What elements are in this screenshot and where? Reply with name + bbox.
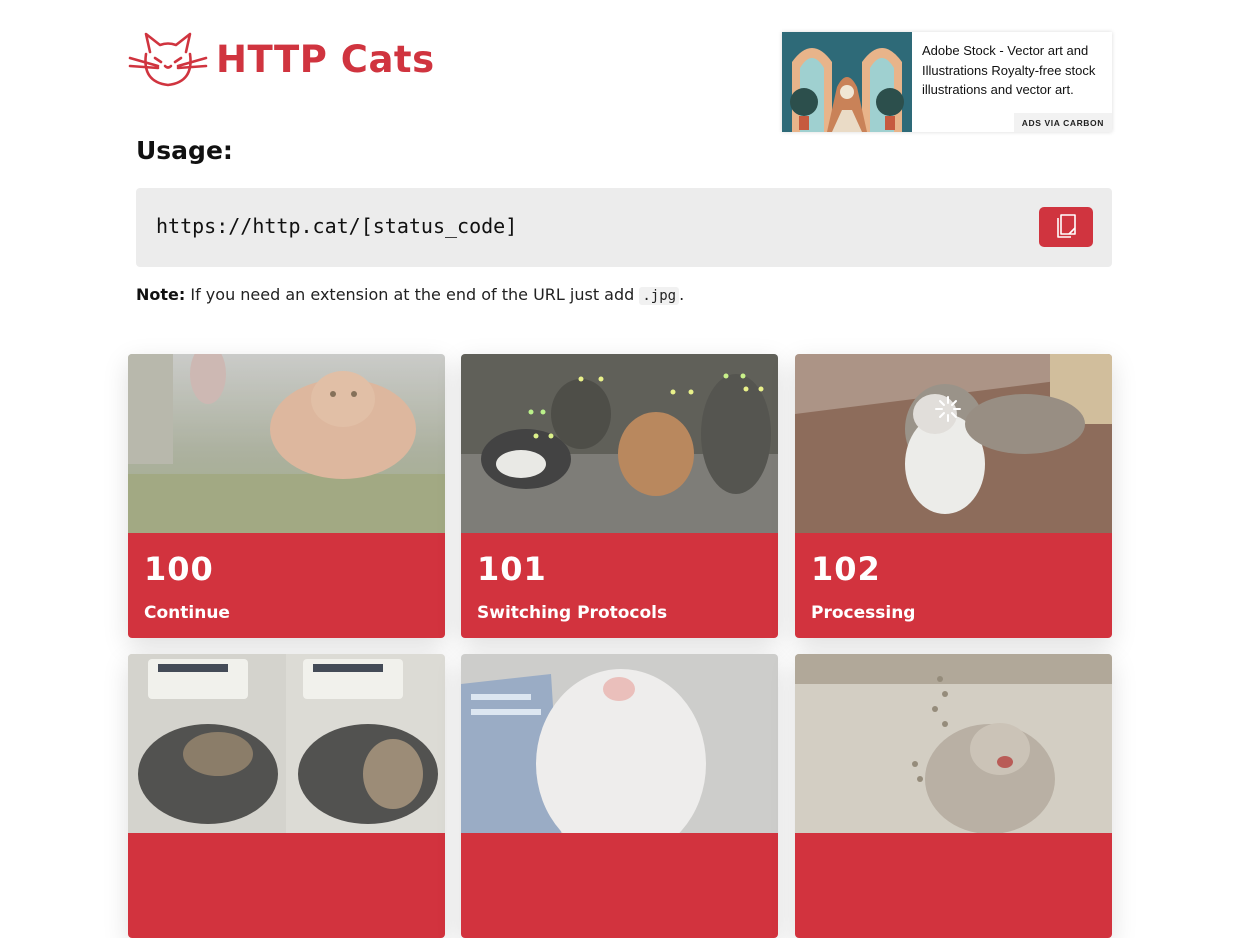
status-card-103[interactable] <box>128 654 445 938</box>
cat-photo-105 <box>795 654 1112 833</box>
usage-heading: Usage: <box>136 136 233 165</box>
cat-photo-102 <box>795 354 1112 533</box>
status-card-footer <box>795 833 1112 938</box>
status-card-footer: 101 Switching Protocols <box>461 533 778 638</box>
note-extension-code: .jpg <box>639 287 680 305</box>
status-description: Switching Protocols <box>477 603 668 623</box>
copy-url-button[interactable] <box>1039 207 1093 247</box>
cat-photo-103 <box>128 654 445 833</box>
note-text: If you need an extension at the end of t… <box>185 285 640 304</box>
copy-icon <box>1057 214 1076 238</box>
note-label: Note: <box>136 285 186 304</box>
status-card-104[interactable] <box>461 654 778 938</box>
status-code: 102 <box>811 550 881 588</box>
logo-link[interactable]: HTTP Cats <box>128 30 435 88</box>
status-description: Continue <box>144 603 230 623</box>
status-card-101[interactable]: 101 Switching Protocols <box>461 354 778 638</box>
status-card-102[interactable]: 102 Processing <box>795 354 1112 638</box>
status-card-100[interactable]: 100 Continue <box>128 354 445 638</box>
status-card-105[interactable] <box>795 654 1112 938</box>
note-suffix: . <box>679 285 685 304</box>
cat-photo-104 <box>461 654 778 833</box>
status-code: 100 <box>144 550 214 588</box>
usage-note: Note: If you need an extension at the en… <box>136 285 685 305</box>
usage-code-block: https://http.cat/[status_code] <box>136 188 1112 267</box>
carbon-ad[interactable]: Adobe Stock - Vector art and Illustratio… <box>782 32 1112 132</box>
status-card-footer: 102 Processing <box>795 533 1112 638</box>
status-card-footer <box>461 833 778 938</box>
status-card-footer: 100 Continue <box>128 533 445 638</box>
status-card-footer <box>128 833 445 938</box>
ad-image[interactable] <box>782 32 912 132</box>
logo-text: HTTP Cats <box>216 37 435 81</box>
usage-url: https://http.cat/[status_code] <box>156 214 518 238</box>
ads-via-carbon-link[interactable]: ADS VIA CARBON <box>1013 113 1112 132</box>
cat-logo-icon <box>128 32 208 87</box>
cat-photo-101 <box>461 354 778 533</box>
status-code: 101 <box>477 550 547 588</box>
status-description: Processing <box>811 603 916 623</box>
cat-photo-100 <box>128 354 445 533</box>
